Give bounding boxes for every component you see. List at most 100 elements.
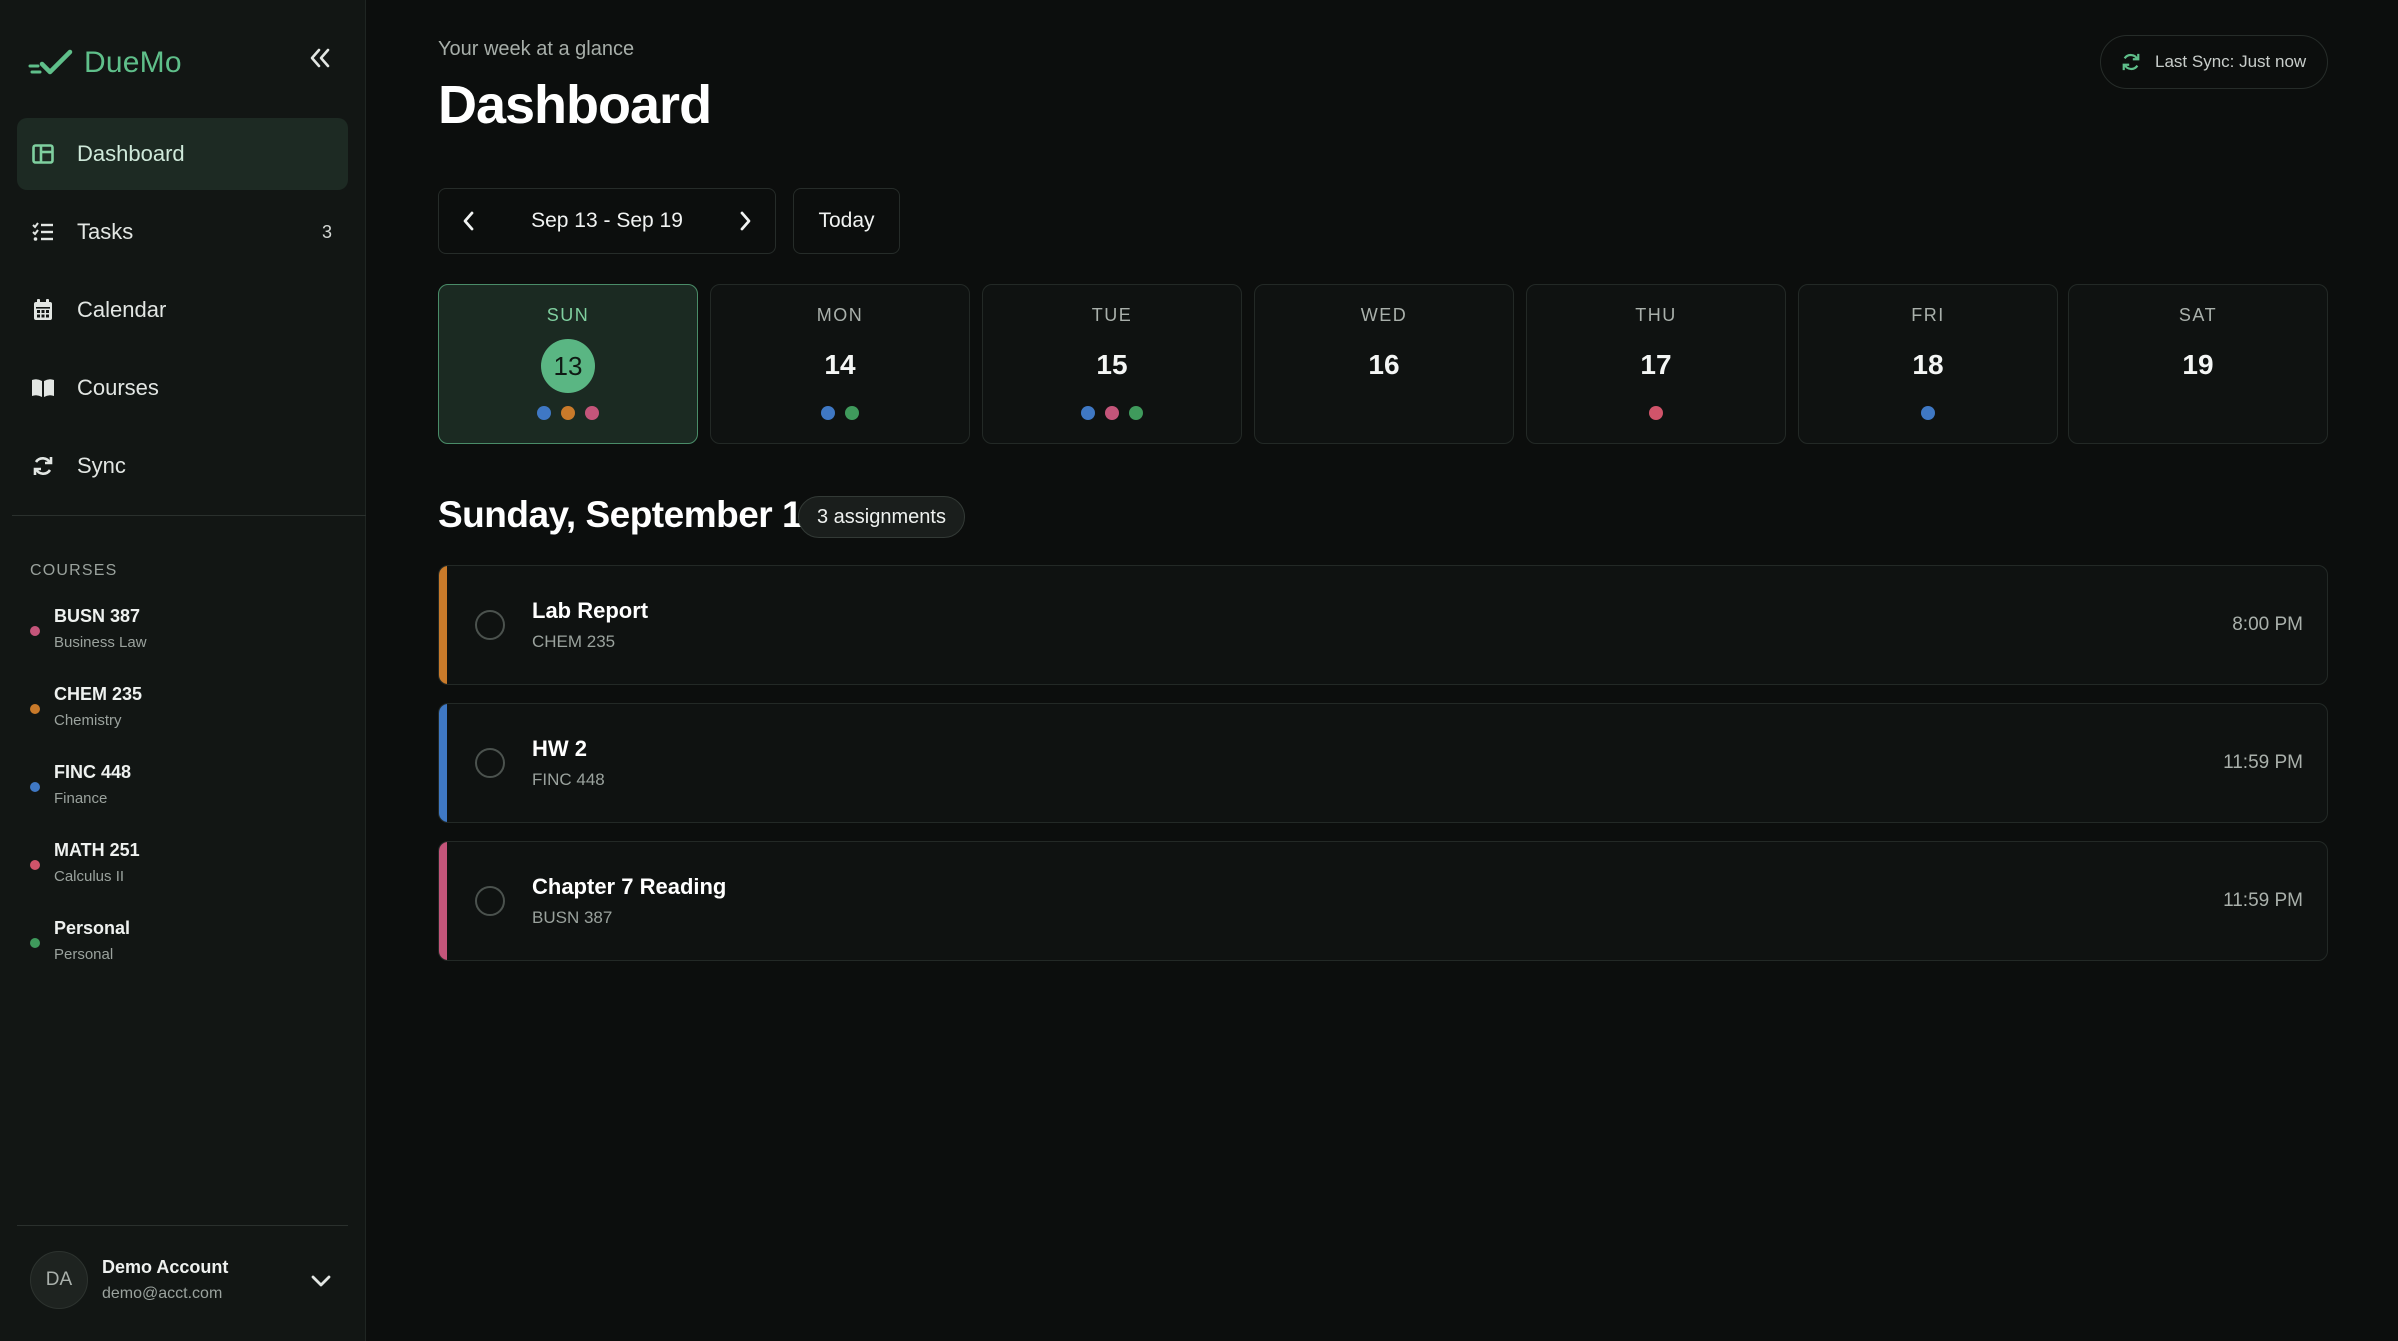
day-name: MON	[816, 305, 864, 325]
task-dot	[585, 406, 599, 420]
chevron-right-icon	[740, 211, 751, 231]
task-complete-checkbox[interactable]	[475, 886, 505, 916]
task-complete-checkbox[interactable]	[475, 748, 505, 778]
sidebar-item-tasks[interactable]: Tasks 3	[17, 196, 348, 268]
course-code: MATH 251	[54, 840, 140, 860]
task-course: BUSN 387	[532, 908, 613, 927]
courses-heading: COURSES	[30, 562, 118, 579]
day-date: 16	[1368, 349, 1400, 380]
day-date: 18	[1912, 349, 1944, 380]
double-chevron-left-icon	[310, 48, 330, 68]
sync-icon	[2122, 53, 2140, 71]
today-button[interactable]: Today	[793, 188, 900, 254]
task-due-time: 11:59 PM	[2223, 890, 2303, 911]
day-date: 14	[824, 349, 856, 380]
day-name: WED	[1360, 305, 1408, 325]
course-code: Personal	[54, 918, 131, 938]
task-title: Chapter 7 Reading	[532, 874, 727, 899]
task-dot	[845, 406, 859, 420]
day-task-dots	[1527, 406, 1785, 420]
next-week-button[interactable]	[715, 189, 775, 253]
day-task-dots	[1799, 406, 2057, 420]
task-dot	[1105, 406, 1119, 420]
day-card-mon[interactable]: MON 14	[710, 284, 970, 444]
course-item-personal[interactable]: Personal Personal	[28, 916, 348, 994]
chevron-down-icon	[311, 1275, 331, 1287]
course-list: BUSN 387 Business Law CHEM 235 Chemistry…	[28, 604, 348, 994]
course-name: Finance	[54, 790, 108, 807]
task-due-time: 8:00 PM	[2232, 614, 2303, 635]
task-course: FINC 448	[532, 770, 605, 789]
collapse-sidebar-button[interactable]	[300, 38, 340, 78]
day-task-dots	[439, 406, 697, 420]
dashboard-icon	[31, 142, 55, 166]
day-card-sun[interactable]: SUN 13	[438, 284, 698, 444]
task-dot	[1649, 406, 1663, 420]
app-name: DueMo	[84, 46, 182, 79]
course-item-chem-235[interactable]: CHEM 235 Chemistry	[28, 682, 348, 760]
day-card-wed[interactable]: WED 16	[1254, 284, 1514, 444]
tasks-count-badge: 3	[321, 221, 332, 242]
day-name: SUN	[546, 305, 590, 325]
course-code: CHEM 235	[54, 684, 143, 704]
day-card-thu[interactable]: THU 17	[1526, 284, 1786, 444]
course-item-math-251[interactable]: MATH 251 Calculus II	[28, 838, 348, 916]
day-date: 15	[1096, 349, 1128, 380]
sidebar-item-courses[interactable]: Courses	[17, 352, 348, 424]
avatar: DA	[30, 1251, 88, 1309]
day-date: 19	[2182, 349, 2214, 380]
day-card-tue[interactable]: TUE 15	[982, 284, 1242, 444]
assignment-count-badge: 3 assignments	[798, 496, 965, 538]
task-color-bar	[439, 566, 447, 684]
day-task-dots	[983, 406, 1241, 420]
week-day-strip: SUN 13 MON 14 TUE 15 WED 16 THU 17 FRI 1…	[438, 284, 2328, 444]
task-dot	[537, 406, 551, 420]
chevron-left-icon	[463, 211, 474, 231]
selected-day-heading: Sunday, September 13	[438, 494, 823, 535]
course-color-dot	[30, 704, 40, 714]
sidebar-item-calendar[interactable]: Calendar	[17, 274, 348, 346]
sync-status-text: Last Sync: Just now	[2155, 52, 2307, 71]
sidebar-item-dashboard[interactable]: Dashboard	[17, 118, 348, 190]
task-row[interactable]: HW 2 FINC 448 11:59 PM	[438, 703, 2328, 823]
page-subtitle: Your week at a glance	[438, 38, 635, 60]
course-name: Business Law	[54, 634, 147, 651]
task-title: HW 2	[532, 736, 587, 761]
task-title: Lab Report	[532, 598, 649, 623]
task-dot	[821, 406, 835, 420]
sidebar-item-label: Calendar	[77, 297, 167, 322]
sidebar-divider	[12, 515, 366, 516]
task-row[interactable]: Lab Report CHEM 235 8:00 PM	[438, 565, 2328, 685]
day-name: SAT	[2178, 305, 2218, 325]
course-item-finc-448[interactable]: FINC 448 Finance	[28, 760, 348, 838]
course-item-busn-387[interactable]: BUSN 387 Business Law	[28, 604, 348, 682]
brand[interactable]: DueMo	[28, 40, 182, 86]
sidebar-item-label: Sync	[77, 453, 126, 478]
task-row[interactable]: Chapter 7 Reading BUSN 387 11:59 PM	[438, 841, 2328, 961]
task-dot	[561, 406, 575, 420]
course-name: Personal	[54, 946, 114, 963]
previous-week-button[interactable]	[439, 189, 499, 253]
sidebar-item-label: Dashboard	[77, 141, 185, 166]
course-color-dot	[30, 782, 40, 792]
day-name: FRI	[1911, 305, 1945, 325]
task-list: Lab Report CHEM 235 8:00 PM HW 2 FINC 44…	[438, 565, 2328, 979]
task-color-bar	[439, 842, 447, 960]
course-name: Calculus II	[54, 868, 125, 885]
task-complete-checkbox[interactable]	[475, 610, 505, 640]
day-card-sat[interactable]: SAT 19	[2068, 284, 2328, 444]
course-color-dot	[30, 860, 40, 870]
sidebar-nav: Dashboard Tasks 3 Calendar Courses Sync	[17, 118, 348, 508]
task-color-bar	[439, 704, 447, 822]
day-name: TUE	[1091, 305, 1133, 325]
task-dot	[1921, 406, 1935, 420]
task-due-time: 11:59 PM	[2223, 752, 2303, 773]
account-menu[interactable]: DA Demo Account demo@acct.com	[28, 1250, 348, 1314]
sync-status-button[interactable]: Last Sync: Just now	[2100, 35, 2328, 89]
page-title: Dashboard	[438, 75, 712, 135]
sidebar-item-label: Courses	[77, 375, 159, 400]
book-icon	[31, 376, 55, 400]
day-task-dots	[711, 406, 969, 420]
day-card-fri[interactable]: FRI 18	[1798, 284, 2058, 444]
sidebar-item-sync[interactable]: Sync	[17, 430, 348, 502]
